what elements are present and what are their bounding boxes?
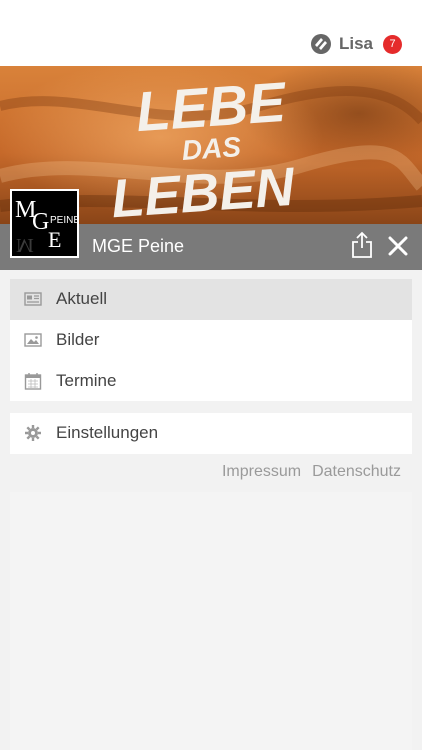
notification-badge[interactable]: 7 bbox=[383, 34, 402, 54]
main-menu: Aktuell Bilder Termine bbox=[10, 279, 412, 401]
menu-label-termine: Termine bbox=[56, 370, 117, 390]
logo-word: PEINE bbox=[50, 215, 77, 226]
settings-menu: Einstellungen bbox=[10, 413, 412, 454]
user-menu[interactable]: Lisa 7 bbox=[310, 32, 402, 56]
menu-item-aktuell[interactable]: Aktuell bbox=[10, 279, 412, 320]
share-icon[interactable] bbox=[350, 231, 374, 259]
community-logo: M G E PEINE M bbox=[10, 189, 80, 258]
gear-icon bbox=[25, 425, 41, 442]
footer-links: Impressum Datenschutz bbox=[222, 463, 401, 481]
menu-item-bilder[interactable]: Bilder bbox=[10, 320, 412, 361]
logo-letter-g: G bbox=[32, 209, 49, 235]
top-bar: Lisa 7 bbox=[0, 0, 422, 66]
close-icon[interactable] bbox=[386, 234, 410, 258]
menu-label-bilder: Bilder bbox=[56, 330, 100, 350]
logo-artwork: M G E PEINE M bbox=[15, 197, 80, 256]
newspaper-icon bbox=[24, 292, 42, 307]
banner-line-3: LEBEN bbox=[109, 157, 297, 224]
datenschutz-link[interactable]: Datenschutz bbox=[312, 463, 401, 481]
user-name: Lisa bbox=[338, 34, 373, 53]
calendar-icon bbox=[24, 372, 42, 390]
app-logo-icon bbox=[310, 34, 331, 54]
menu-item-einstellungen[interactable]: Einstellungen bbox=[10, 413, 412, 454]
menu-item-termine[interactable]: Termine bbox=[10, 360, 412, 401]
svg-text:M: M bbox=[16, 234, 34, 256]
menu-label-einstellungen: Einstellungen bbox=[56, 423, 159, 443]
menu-label-aktuell: Aktuell bbox=[56, 289, 108, 309]
logo-letter-e: E bbox=[48, 227, 61, 252]
app-title: MGE Peine bbox=[92, 236, 185, 256]
impressum-link[interactable]: Impressum bbox=[222, 463, 301, 481]
image-icon bbox=[24, 333, 42, 347]
empty-content-area bbox=[10, 492, 412, 750]
